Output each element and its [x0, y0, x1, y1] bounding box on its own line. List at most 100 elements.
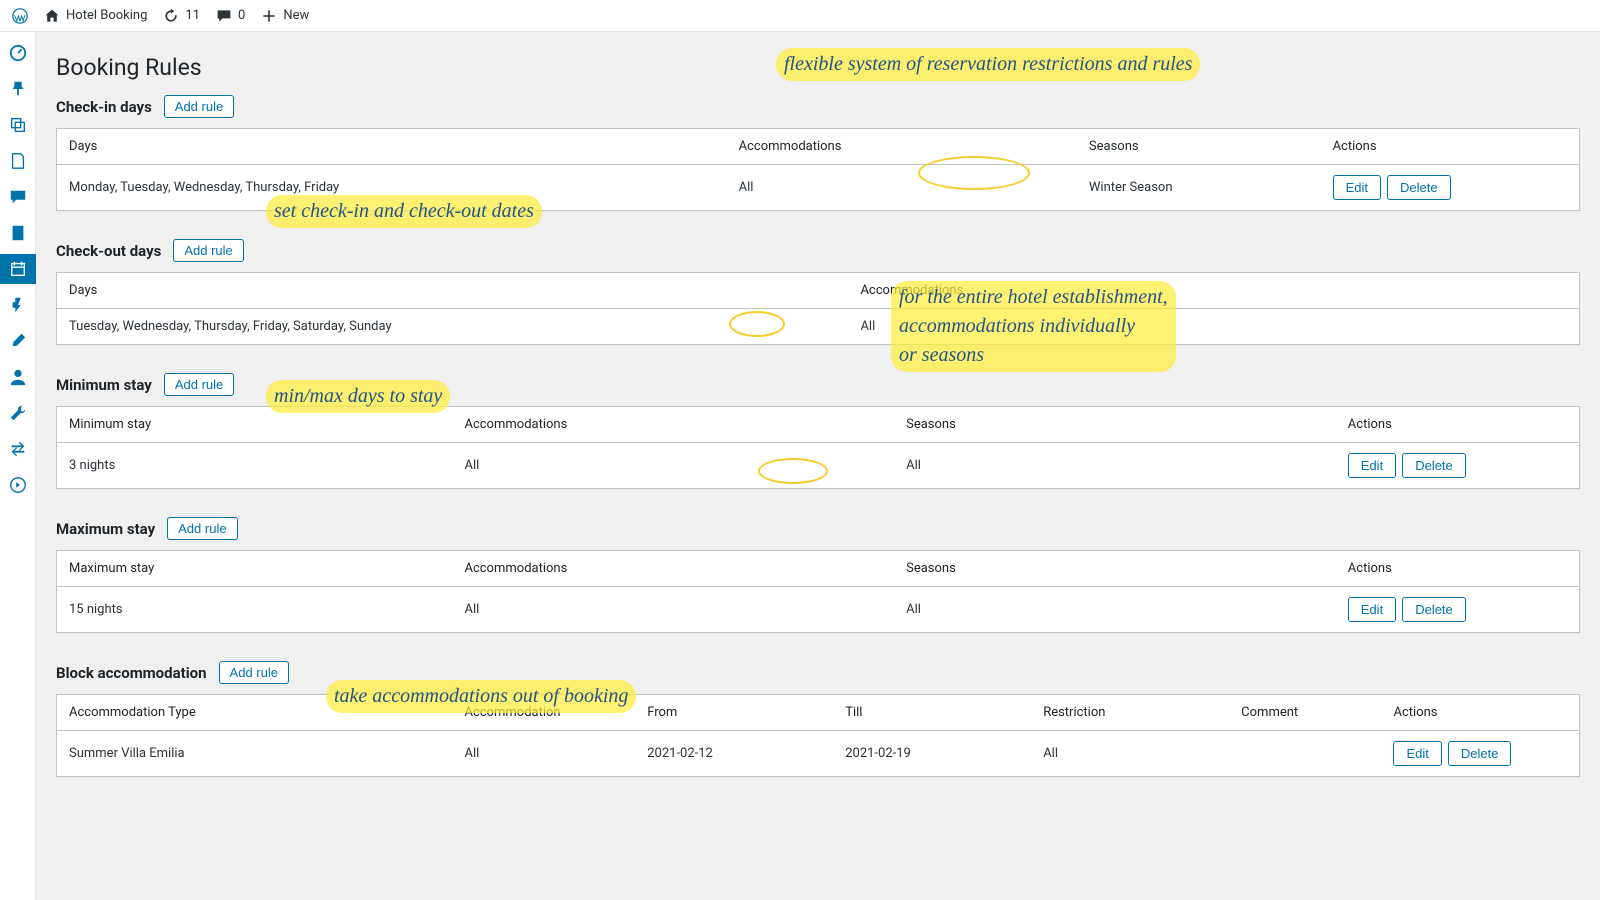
- sidebar-calendar[interactable]: [0, 254, 36, 284]
- delete-button[interactable]: Delete: [1402, 597, 1466, 622]
- section-checkin: Check-in days Add rule Days Accommodatio…: [56, 95, 1580, 211]
- transfer-icon: [9, 440, 27, 458]
- updates-count: 11: [185, 8, 200, 23]
- th-accommodations: Accommodations: [452, 551, 894, 587]
- section-title-checkout: Check-out days: [56, 242, 161, 260]
- comments-icon: [9, 188, 27, 206]
- home-icon: [44, 8, 60, 24]
- comments-count: 0: [238, 8, 245, 23]
- cell-accommodations: All: [452, 443, 894, 489]
- add-rule-checkin[interactable]: Add rule: [164, 95, 234, 118]
- plus-icon: [261, 8, 277, 24]
- sidebar-plugins[interactable]: [0, 290, 36, 320]
- delete-button[interactable]: Delete: [1448, 741, 1512, 766]
- comment-icon: [216, 8, 232, 24]
- th-accommodations: Accommodations: [727, 129, 1077, 165]
- plugin-icon: [9, 296, 27, 314]
- section-title-maxstay: Maximum stay: [56, 520, 155, 538]
- sidebar-collapse[interactable]: [0, 470, 36, 500]
- site-title: Hotel Booking: [66, 8, 147, 23]
- th-seasons: Seasons: [894, 551, 1336, 587]
- page-icon: [9, 152, 27, 170]
- annotation-scope: for the entire hotel establishment, acco…: [891, 281, 1176, 372]
- comments-link[interactable]: 0: [216, 8, 245, 24]
- sidebar-comments[interactable]: [0, 182, 36, 212]
- site-link[interactable]: Hotel Booking: [44, 8, 147, 24]
- th-days: Days: [57, 273, 849, 309]
- cell-from: 2021-02-12: [635, 731, 833, 777]
- cell-accommodations: All: [452, 587, 894, 633]
- delete-button[interactable]: Delete: [1387, 175, 1451, 200]
- edit-button[interactable]: Edit: [1348, 597, 1396, 622]
- section-title-checkin: Check-in days: [56, 98, 152, 116]
- sidebar-users[interactable]: [0, 362, 36, 392]
- table-row: Summer Villa Emilia All 2021-02-12 2021-…: [57, 731, 1580, 777]
- table-block: Accommodation Type Accommodation From Ti…: [56, 694, 1580, 777]
- add-rule-checkout[interactable]: Add rule: [173, 239, 243, 262]
- delete-button[interactable]: Delete: [1402, 453, 1466, 478]
- cell-seasons: Winter Season: [1077, 165, 1321, 211]
- cell-min: 3 nights: [57, 443, 453, 489]
- table-row: 15 nights All All Edit Delete: [57, 587, 1580, 633]
- sidebar-appearance[interactable]: [0, 326, 36, 356]
- admin-sidebar: [0, 32, 36, 900]
- sidebar-tools[interactable]: [0, 398, 36, 428]
- pin-icon: [9, 80, 27, 98]
- cell-accommodations: All: [727, 165, 1077, 211]
- updates-link[interactable]: 11: [163, 8, 200, 24]
- cell-max: 15 nights: [57, 587, 453, 633]
- table-minstay: Minimum stay Accommodations Seasons Acti…: [56, 406, 1580, 489]
- building-icon: [9, 224, 27, 242]
- brush-icon: [9, 332, 27, 350]
- th-restriction: Restriction: [1031, 695, 1229, 731]
- cell-type: Summer Villa Emilia: [57, 731, 453, 777]
- th-from: From: [635, 695, 833, 731]
- th-seasons: Seasons: [894, 407, 1336, 443]
- th-max: Maximum stay: [57, 551, 453, 587]
- admin-bar: Hotel Booking 11 0 New: [0, 0, 1600, 32]
- cell-accommodation: All: [452, 731, 635, 777]
- edit-button[interactable]: Edit: [1348, 453, 1396, 478]
- refresh-icon: [163, 8, 179, 24]
- add-rule-block[interactable]: Add rule: [219, 661, 289, 684]
- th-actions: Actions: [1336, 551, 1580, 587]
- annotation-checkinout: set check-in and check-out dates: [266, 195, 542, 228]
- sidebar-dashboard[interactable]: [0, 38, 36, 68]
- edit-button[interactable]: Edit: [1393, 741, 1441, 766]
- add-rule-minstay[interactable]: Add rule: [164, 373, 234, 396]
- edit-button[interactable]: Edit: [1333, 175, 1381, 200]
- sidebar-transfer[interactable]: [0, 434, 36, 464]
- section-block: Block accommodation Add rule Accommodati…: [56, 661, 1580, 777]
- cell-comment: [1229, 731, 1381, 777]
- cell-restriction: All: [1031, 731, 1229, 777]
- sidebar-pages[interactable]: [0, 146, 36, 176]
- user-icon: [9, 368, 27, 386]
- annotation-block: take accommodations out of booking: [326, 680, 636, 713]
- th-comment: Comment: [1229, 695, 1381, 731]
- sidebar-pins[interactable]: [0, 74, 36, 104]
- section-maxstay: Maximum stay Add rule Maximum stay Accom…: [56, 517, 1580, 633]
- wrench-icon: [9, 404, 27, 422]
- th-seasons: Seasons: [1077, 129, 1321, 165]
- wordpress-icon: [12, 8, 28, 24]
- th-till: Till: [833, 695, 1031, 731]
- new-link[interactable]: New: [261, 8, 309, 24]
- section-title-minstay: Minimum stay: [56, 376, 152, 394]
- table-checkout: Days Accommodations Tuesday, Wednesday, …: [56, 272, 1580, 345]
- annotation-flexible: flexible system of reservation restricti…: [776, 48, 1200, 81]
- cell-till: 2021-02-19: [833, 731, 1031, 777]
- section-title-block: Block accommodation: [56, 664, 207, 682]
- sidebar-media[interactable]: [0, 110, 36, 140]
- wp-logo[interactable]: [12, 8, 28, 24]
- th-accommodations: Accommodations: [452, 407, 894, 443]
- section-checkout: Check-out days Add rule Days Accommodati…: [56, 239, 1580, 345]
- add-rule-maxstay[interactable]: Add rule: [167, 517, 237, 540]
- th-actions: Actions: [1381, 695, 1579, 731]
- table-row: Tuesday, Wednesday, Thursday, Friday, Sa…: [57, 309, 1580, 345]
- th-actions: Actions: [1336, 407, 1580, 443]
- sidebar-hotel[interactable]: [0, 218, 36, 248]
- media-icon: [9, 116, 27, 134]
- main-content: Booking Rules Check-in days Add rule Day…: [36, 32, 1600, 845]
- cell-seasons: All: [894, 443, 1336, 489]
- annotation-minmax: min/max days to stay: [266, 380, 450, 413]
